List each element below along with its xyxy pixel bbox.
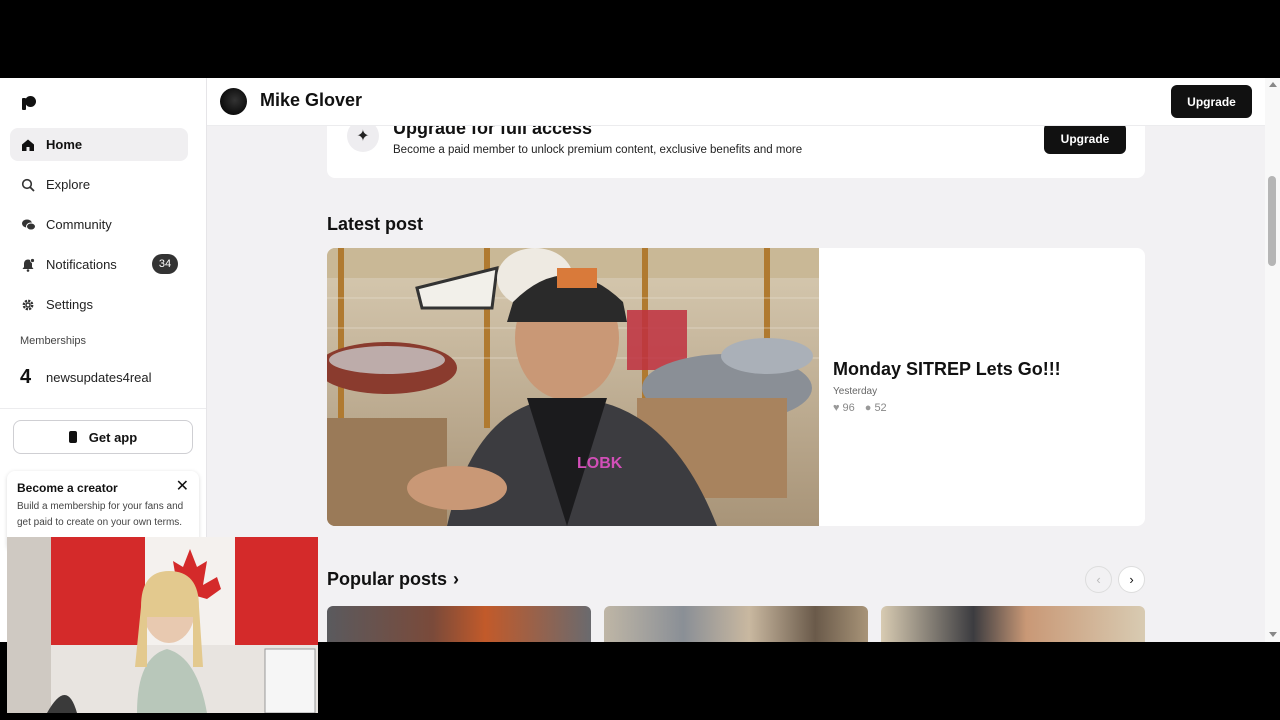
sidebar-item-label: Community — [46, 217, 112, 232]
heart-icon: ♥ — [833, 402, 840, 414]
home-icon — [20, 137, 36, 153]
chevron-left-icon: ‹ — [1096, 572, 1101, 587]
phone-icon — [68, 431, 77, 443]
likes-stat[interactable]: ♥ 96 — [833, 402, 855, 414]
latest-post-heading: Latest post — [327, 214, 424, 234]
banner-upgrade-button[interactable]: Upgrade — [1044, 123, 1126, 154]
membership-avatar: 4 — [20, 366, 32, 388]
likes-count: 96 — [842, 402, 855, 414]
sidebar-item-settings[interactable]: Settings — [10, 288, 188, 321]
scroll-down-arrow-icon[interactable] — [1269, 632, 1277, 637]
scrollbar-thumb[interactable] — [1268, 176, 1276, 266]
popular-post-thumbnail[interactable] — [327, 606, 591, 642]
latest-post-card[interactable]: LOBK Monday SITREP Lets Go!!! Yesterday … — [327, 248, 1145, 526]
get-app-label: Get app — [88, 429, 138, 445]
banner-description: Become a paid member to unlock premium c… — [393, 144, 803, 156]
gear-icon — [20, 297, 36, 313]
chevron-right-icon: › — [1129, 572, 1134, 587]
carousel-next-button[interactable]: › — [1118, 566, 1145, 593]
comments-stat[interactable]: ● 52 — [865, 402, 887, 414]
bell-icon — [20, 257, 36, 273]
post-thumbnail[interactable]: LOBK — [327, 248, 819, 526]
webcam-overlay — [7, 537, 318, 713]
patreon-logo-icon[interactable] — [22, 96, 36, 110]
popular-posts-heading[interactable]: Popular posts › — [327, 569, 459, 590]
sidebar-item-membership[interactable]: 4 newsupdates4real — [10, 361, 188, 394]
post-title[interactable]: Monday SITREP Lets Go!!! — [833, 359, 1061, 380]
creator-header: Mike Glover Upgrade — [207, 78, 1265, 126]
sidebar-item-explore[interactable]: Explore — [10, 168, 188, 201]
sidebar-divider — [0, 408, 206, 409]
sidebar-item-notifications[interactable]: Notifications 34 — [10, 248, 188, 281]
chat-bubbles-icon — [20, 217, 36, 233]
post-stats: ♥ 96 ● 52 — [833, 402, 897, 414]
comment-icon: ● — [864, 402, 872, 414]
post-date: Yesterday — [833, 386, 878, 397]
comments-count: 52 — [874, 402, 887, 414]
sidebar-item-label: Settings — [46, 297, 93, 312]
popular-post-thumbnail[interactable] — [881, 606, 1145, 642]
sidebar-item-home[interactable]: Home — [10, 128, 188, 161]
sidebar-item-label: Home — [46, 137, 83, 152]
get-app-button[interactable]: Get app — [13, 420, 193, 454]
popular-posts-title: Popular posts — [327, 569, 448, 589]
creator-name[interactable]: Mike Glover — [260, 90, 362, 111]
sidebar-item-community[interactable]: Community — [10, 208, 188, 241]
carousel-prev-button[interactable]: ‹ — [1085, 566, 1112, 593]
notifications-count-badge: 34 — [152, 254, 178, 274]
creator-avatar[interactable] — [220, 88, 247, 115]
search-icon — [20, 177, 36, 193]
scrollbar[interactable] — [1265, 78, 1280, 642]
creator-card-description: Build a membership for your fans and get… — [17, 501, 184, 528]
scroll-up-arrow-icon[interactable] — [1269, 82, 1277, 87]
webcam-feed — [7, 537, 318, 713]
chevron-right-icon: › — [453, 569, 460, 589]
memberships-section-label: Memberships — [20, 335, 87, 347]
popular-post-thumbnail[interactable] — [604, 606, 868, 642]
close-icon[interactable]: ✕ — [176, 479, 189, 495]
header-upgrade-button[interactable]: Upgrade — [1171, 85, 1252, 118]
membership-label: newsupdates4real — [46, 370, 152, 385]
sidebar-item-label: Explore — [46, 177, 91, 192]
creator-card-title: Become a creator — [17, 481, 118, 495]
svg-text:LOBK: LOBK — [577, 455, 623, 472]
